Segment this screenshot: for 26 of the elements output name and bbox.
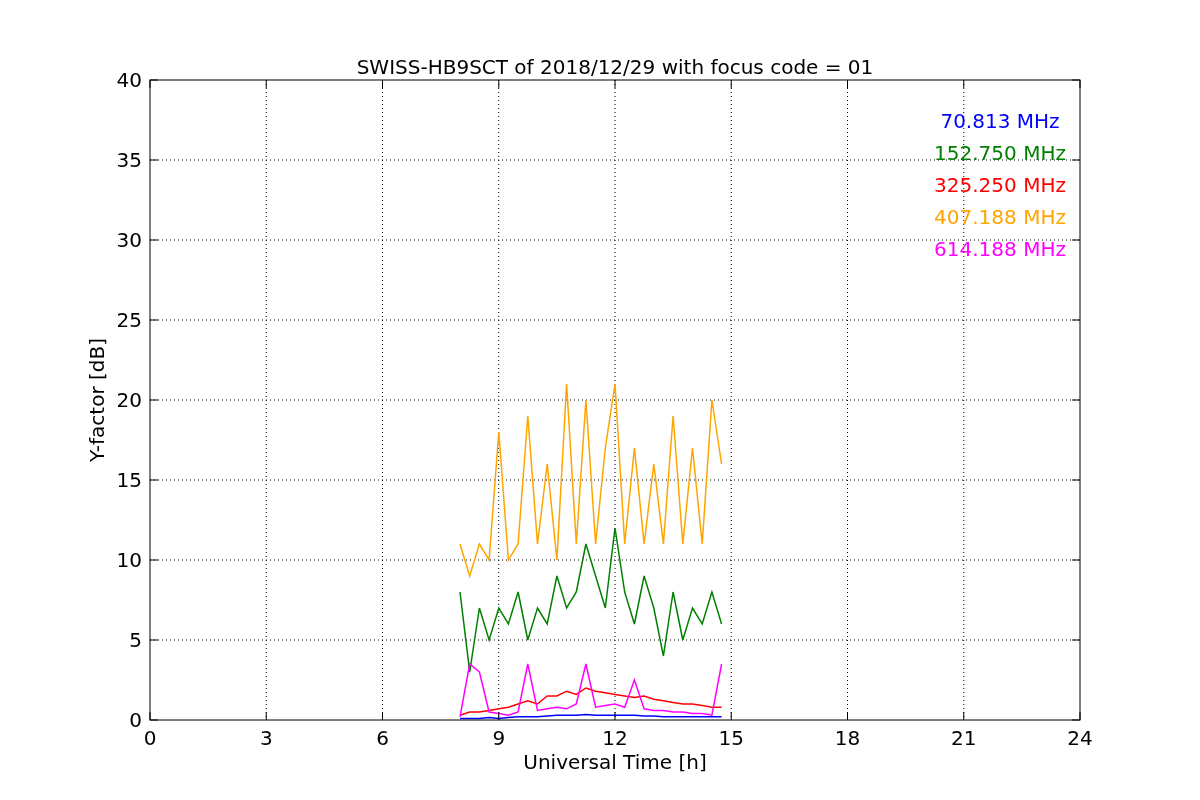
tick-label: 3 — [259, 726, 273, 750]
tick-label: 15 — [116, 468, 142, 492]
tick-label: 21 — [951, 726, 977, 750]
tick-label: 6 — [376, 726, 389, 750]
legend-entry: 70.813 MHz — [940, 109, 1060, 133]
tick-label: 0 — [143, 726, 157, 750]
tick-label: 40 — [116, 68, 142, 92]
legend-entry: 614.188 MHz — [934, 237, 1066, 261]
tick-label: 15 — [718, 726, 744, 750]
axis-label: Universal Time [h] — [523, 750, 707, 774]
tick-label: 20 — [116, 388, 142, 412]
tick-label: 0 — [129, 708, 142, 732]
tick-label: 25 — [116, 308, 142, 332]
tick-label: 9 — [492, 726, 506, 750]
legend-entry: 407.188 MHz — [934, 205, 1066, 229]
tick-label: 10 — [116, 548, 142, 572]
tick-label: 12 — [602, 726, 628, 750]
tick-label: 24 — [1067, 726, 1093, 750]
tick-label: 18 — [834, 726, 861, 750]
tick-label: 5 — [129, 628, 142, 652]
tick-label: 30 — [116, 228, 142, 252]
chart-title: SWISS-HB9SCT of 2018/12/29 with focus code = 01 — [356, 55, 874, 79]
legend-entry: 152.750 MHz — [934, 141, 1066, 165]
axis-label: Y-factor [dB] — [85, 338, 109, 462]
tick-label: 35 — [116, 148, 142, 172]
legend-entry: 325.250 MHz — [934, 173, 1066, 197]
